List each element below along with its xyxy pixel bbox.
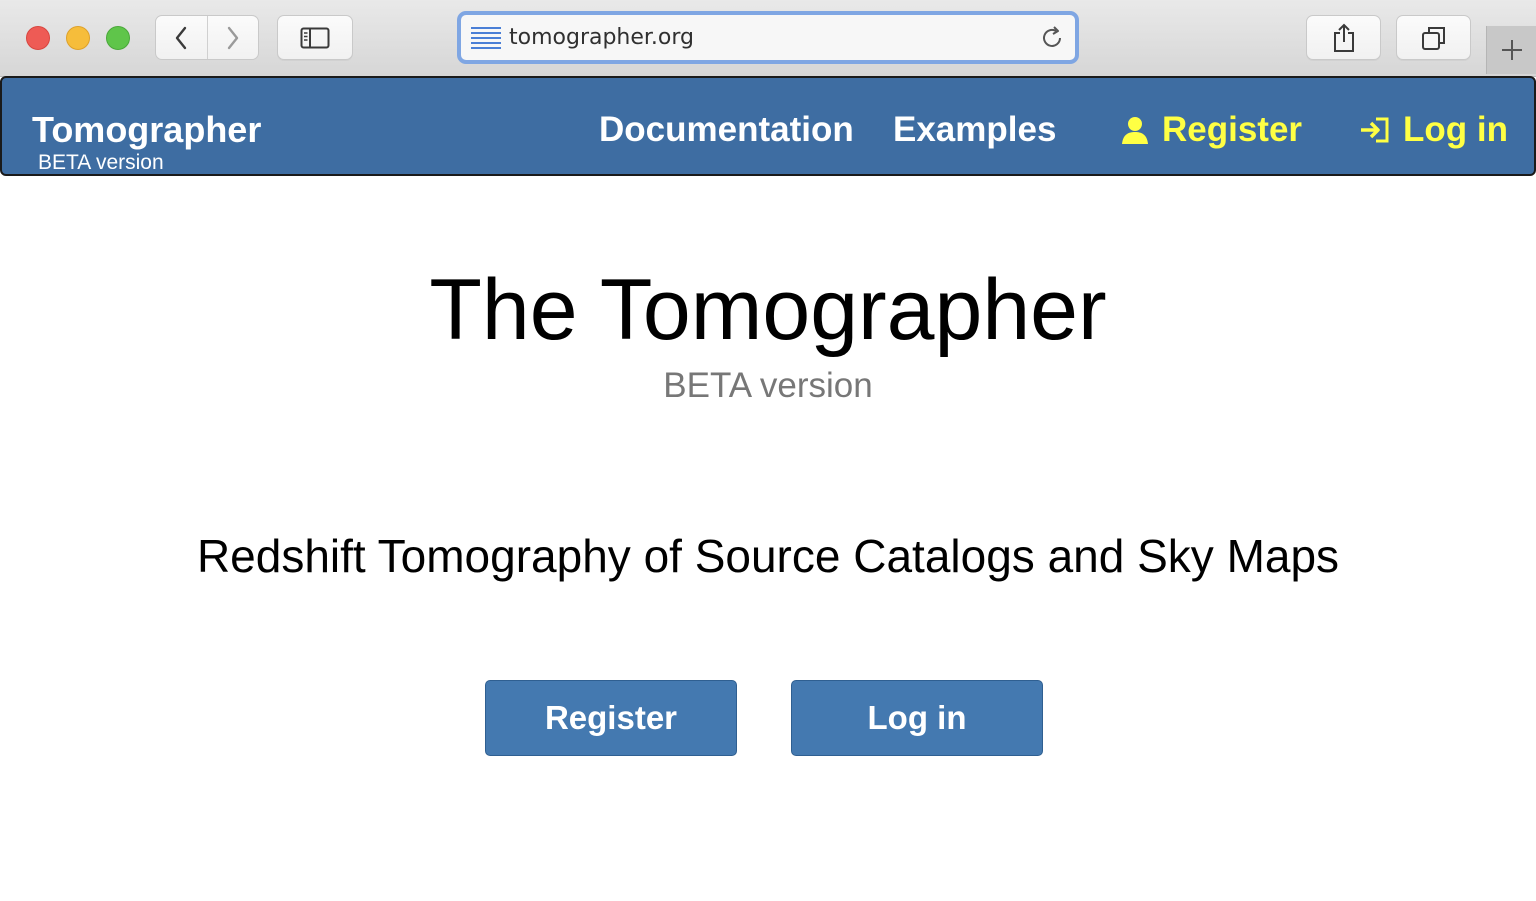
- back-button[interactable]: [156, 16, 207, 59]
- share-icon: [1333, 23, 1354, 52]
- url-text[interactable]: tomographer.org: [509, 25, 1039, 50]
- page-subtitle: BETA version: [663, 366, 873, 405]
- login-button[interactable]: Log in: [791, 680, 1043, 756]
- address-bar[interactable]: tomographer.org: [457, 11, 1079, 64]
- nav-documentation-label: Documentation: [599, 110, 854, 149]
- brand-link[interactable]: Tomographer: [32, 110, 261, 150]
- nav-examples-label: Examples: [893, 110, 1057, 149]
- nav-documentation-link[interactable]: Documentation: [599, 110, 854, 150]
- nav-register-label: Register: [1162, 110, 1303, 149]
- brand-beta-label: BETA version: [38, 151, 164, 174]
- sidebar-button[interactable]: [277, 15, 353, 60]
- nav-register-link[interactable]: Register: [1120, 110, 1302, 150]
- minimize-window-button[interactable]: [66, 26, 90, 50]
- share-button[interactable]: [1306, 15, 1381, 60]
- site-navbar: Tomographer BETA version Documentation E…: [0, 76, 1536, 176]
- tabs-overview-button[interactable]: [1396, 15, 1471, 60]
- nav-examples-link[interactable]: Examples: [893, 110, 1056, 150]
- zoom-window-button[interactable]: [106, 26, 130, 50]
- reader-lines-icon[interactable]: [469, 25, 503, 51]
- sidebar-icon: [300, 27, 330, 48]
- reload-icon[interactable]: [1039, 25, 1065, 51]
- register-button[interactable]: Register: [485, 680, 737, 756]
- chevron-left-icon: [176, 26, 187, 49]
- new-tab-button[interactable]: [1486, 26, 1536, 74]
- browser-toolbar: tomographer.org: [0, 0, 1536, 77]
- plus-icon: [1501, 40, 1522, 60]
- page-title: The Tomographer: [429, 262, 1107, 358]
- sign-in-icon: [1361, 117, 1389, 143]
- forward-button[interactable]: [206, 16, 259, 59]
- chevron-right-icon: [227, 26, 238, 49]
- history-nav: [155, 15, 259, 60]
- tagline: Redshift Tomography of Source Catalogs a…: [196, 530, 1340, 582]
- close-window-button[interactable]: [26, 26, 50, 50]
- user-icon: [1122, 117, 1148, 144]
- nav-login-link[interactable]: Log in: [1359, 110, 1508, 150]
- tabs-overview-icon: [1421, 26, 1445, 50]
- nav-login-label: Log in: [1403, 110, 1508, 149]
